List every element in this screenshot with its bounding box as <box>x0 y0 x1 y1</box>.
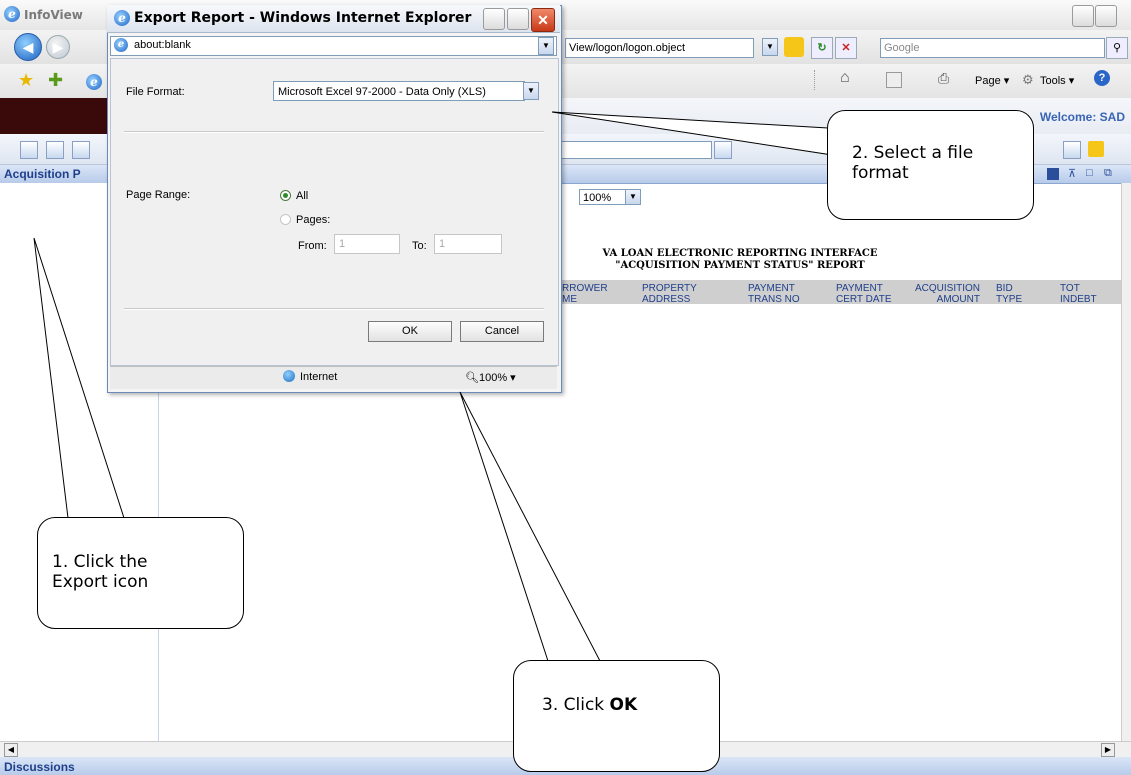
callout1-line1: 1. Click the <box>52 552 148 572</box>
callout3-pointer <box>459 391 601 662</box>
callout-export: 1. Click the Export icon <box>37 517 244 629</box>
callout-ok: 3. Click OK <box>513 660 720 772</box>
callout1-line2: Export icon <box>52 572 149 592</box>
callout-file-format: 2. Select a file format <box>827 110 1034 220</box>
callout1-pointer <box>33 237 125 519</box>
callout3-prefix: 3. Click <box>542 695 610 715</box>
callout3-bold: OK <box>609 695 638 715</box>
callout2-line1: 2. Select a file <box>852 143 974 163</box>
callout2-line2: format <box>852 163 909 183</box>
callout2-pointer <box>551 111 854 159</box>
